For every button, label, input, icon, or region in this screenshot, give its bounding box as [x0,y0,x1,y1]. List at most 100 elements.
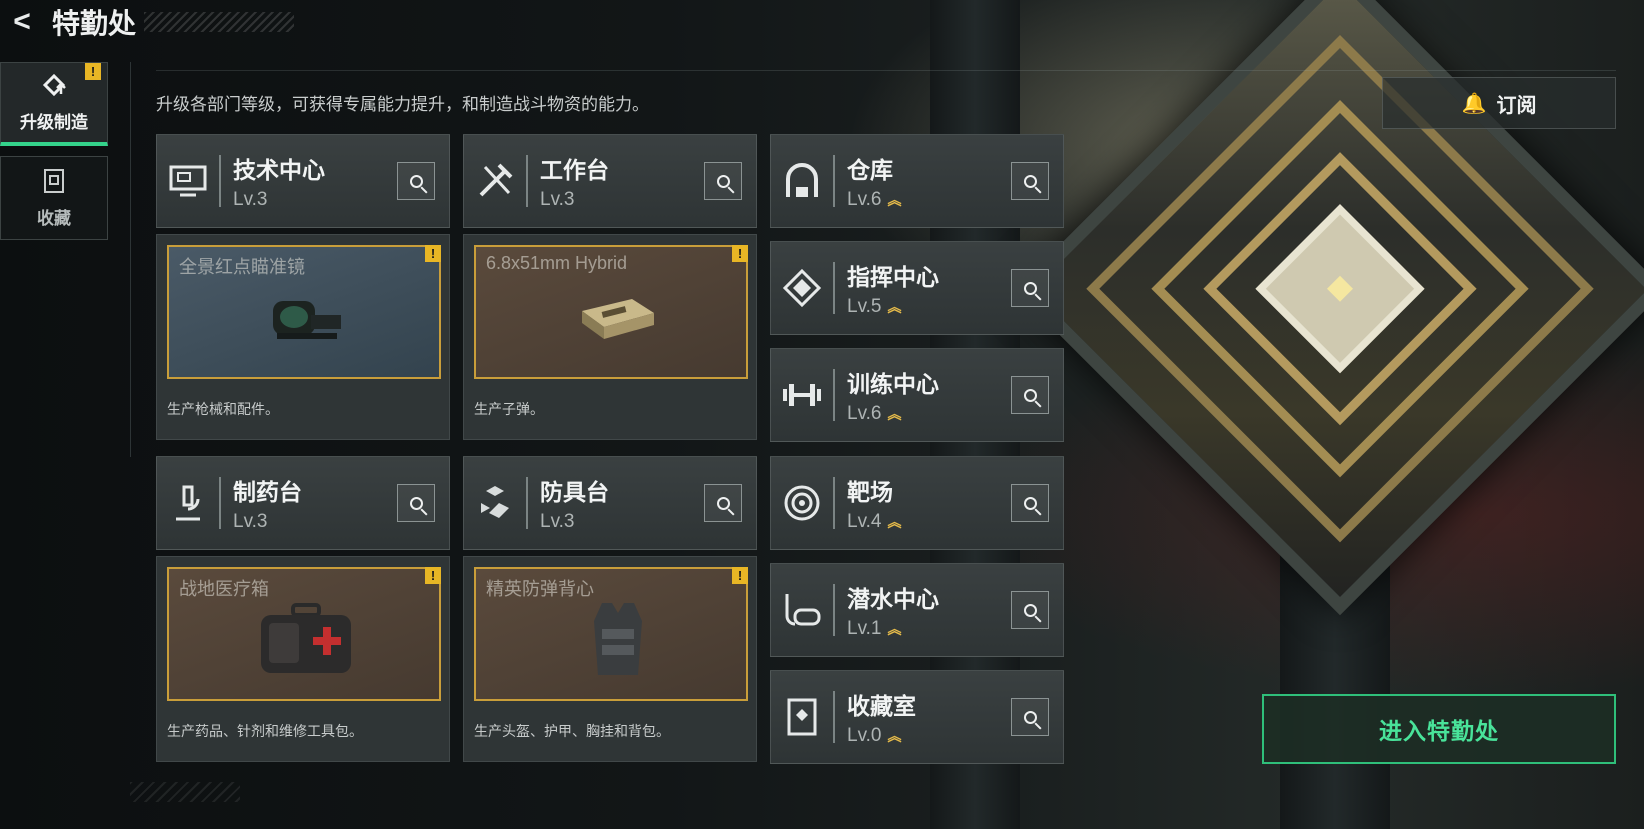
bell-icon: 🔔 [1461,92,1487,115]
item-name: 战地医疗箱 [179,579,269,599]
dept-card-training-center[interactable]: 训练中心 Lv.6 ︽ [770,348,1064,442]
search-icon [716,496,730,510]
search-icon-button[interactable] [1011,269,1049,307]
back-button[interactable]: < [0,0,44,44]
enter-button-label: 进入特勤处 [1379,718,1499,744]
microscope-icon [157,456,219,550]
production-panel-weapons[interactable]: 全景红点瞄准镜 ! 生产枪械和配件。 [156,234,450,440]
bottom-decoration [130,782,240,802]
dept-level: Lv.3 [233,189,268,210]
back-arrow-icon: < [13,5,31,38]
nav-tab-upgrade[interactable]: 升级制造 ! [0,62,108,146]
dumbbell-icon [771,348,833,442]
medical-kit-image [261,603,351,673]
level-chevron-icon: ︽ [887,728,902,744]
top-bar: < 特勤处 [0,0,360,44]
computer-icon [157,134,219,228]
enter-special-ops-button[interactable]: 进入特勤处 [1262,694,1616,764]
warning-badge: ! [425,245,441,262]
search-icon-button[interactable] [704,162,742,200]
warehouse-icon [771,134,833,228]
dept-level: Lv.6 [847,189,882,210]
production-description: 生产子弹。 [474,401,544,417]
item-preview: 6.8x51mm Hybrid ! [474,245,748,379]
search-icon-button[interactable] [704,484,742,522]
search-icon [1023,710,1037,724]
dept-card-tech-center[interactable]: 技术中心 Lv.3 [156,134,450,228]
search-icon [1023,281,1037,295]
dept-card-shooting-range[interactable]: 靶场 Lv.4 ︽ [770,456,1064,550]
search-icon [409,174,423,188]
search-icon-button[interactable] [1011,376,1049,414]
display-case-icon [771,670,833,764]
dept-card-collection-room[interactable]: 收藏室 Lv.0 ︽ [770,670,1064,764]
search-icon-button[interactable] [1011,162,1049,200]
dept-level: Lv.3 [233,511,268,532]
search-icon-button[interactable] [1011,484,1049,522]
armor-vest-image [594,603,642,675]
production-description: 生产枪械和配件。 [167,401,279,417]
divider [156,70,1616,71]
item-preview: 精英防弹背心 ! [474,567,748,701]
warning-badge: ! [732,245,748,262]
item-preview: 全景红点瞄准镜 ! [167,245,441,379]
item-preview: 战地医疗箱 ! [167,567,441,701]
cubes-icon [464,456,526,550]
dept-name: 技术中心 [233,157,325,183]
production-panel-ammo[interactable]: 6.8x51mm Hybrid ! 生产子弹。 [463,234,757,440]
dept-name: 制药台 [233,479,302,505]
item-name: 精英防弹背心 [486,579,594,599]
dept-name: 靶场 [847,479,893,505]
search-icon [1023,174,1037,188]
page-title: 特勤处 [52,8,137,39]
item-name: 全景红点瞄准镜 [179,257,305,277]
dept-name: 收藏室 [847,693,916,719]
dept-level: Lv.1 [847,618,882,639]
command-icon [771,241,833,335]
dept-name: 潜水中心 [847,586,939,612]
warning-badge: ! [85,63,101,80]
dept-level: Lv.6 [847,403,882,424]
level-chevron-icon: ︽ [887,406,902,422]
target-icon [771,456,833,550]
nav-tab-label: 收藏 [37,208,71,228]
search-icon-button[interactable] [1011,591,1049,629]
level-chevron-icon: ︽ [887,192,902,208]
search-icon-button[interactable] [397,484,435,522]
dept-name: 指挥中心 [847,264,939,290]
collection-icon [39,168,69,194]
dept-card-armor[interactable]: 防具台 Lv.3 [463,456,757,550]
level-chevron-icon: ︽ [887,514,902,530]
search-icon-button[interactable] [397,162,435,200]
dept-card-diving-center[interactable]: 潜水中心 Lv.1 ︽ [770,563,1064,657]
ammo-box-image [582,299,654,339]
upgrade-icon [39,72,69,98]
dept-card-command-center[interactable]: 指挥中心 Lv.5 ︽ [770,241,1064,335]
level-chevron-icon: ︽ [887,621,902,637]
page-description: 升级各部门等级，可获得专属能力提升，和制造战斗物资的能力。 [156,95,649,114]
nav-tab-collection[interactable]: 收藏 [0,156,108,240]
dept-card-warehouse[interactable]: 仓库 Lv.6 ︽ [770,134,1064,228]
dept-name: 工作台 [540,157,609,183]
red-dot-sight-image [273,301,341,339]
search-icon [409,496,423,510]
search-icon [716,174,730,188]
production-description: 生产头盔、护甲、胸挂和背包。 [474,723,670,739]
production-panel-armor[interactable]: 精英防弹背心 ! 生产头盔、护甲、胸挂和背包。 [463,556,757,762]
item-name: 6.8x51mm Hybrid [486,253,628,273]
dept-level: Lv.3 [540,189,575,210]
production-description: 生产药品、针剂和维修工具包。 [167,723,363,739]
level-chevron-icon: ︽ [887,299,902,315]
search-icon [1023,388,1037,402]
divider [130,62,131,457]
production-panel-medical[interactable]: 战地医疗箱 ! 生产药品、针剂和维修工具包。 [156,556,450,762]
subscribe-button[interactable]: 🔔 订阅 [1382,77,1616,129]
dept-level: Lv.3 [540,511,575,532]
nav-tab-label: 升级制造 [20,113,88,132]
search-icon-button[interactable] [1011,698,1049,736]
diving-mask-icon [771,563,833,657]
dept-card-pharmacy[interactable]: 制药台 Lv.3 [156,456,450,550]
dept-card-workbench[interactable]: 工作台 Lv.3 [463,134,757,228]
subscribe-label: 订阅 [1496,94,1537,117]
search-icon [1023,496,1037,510]
